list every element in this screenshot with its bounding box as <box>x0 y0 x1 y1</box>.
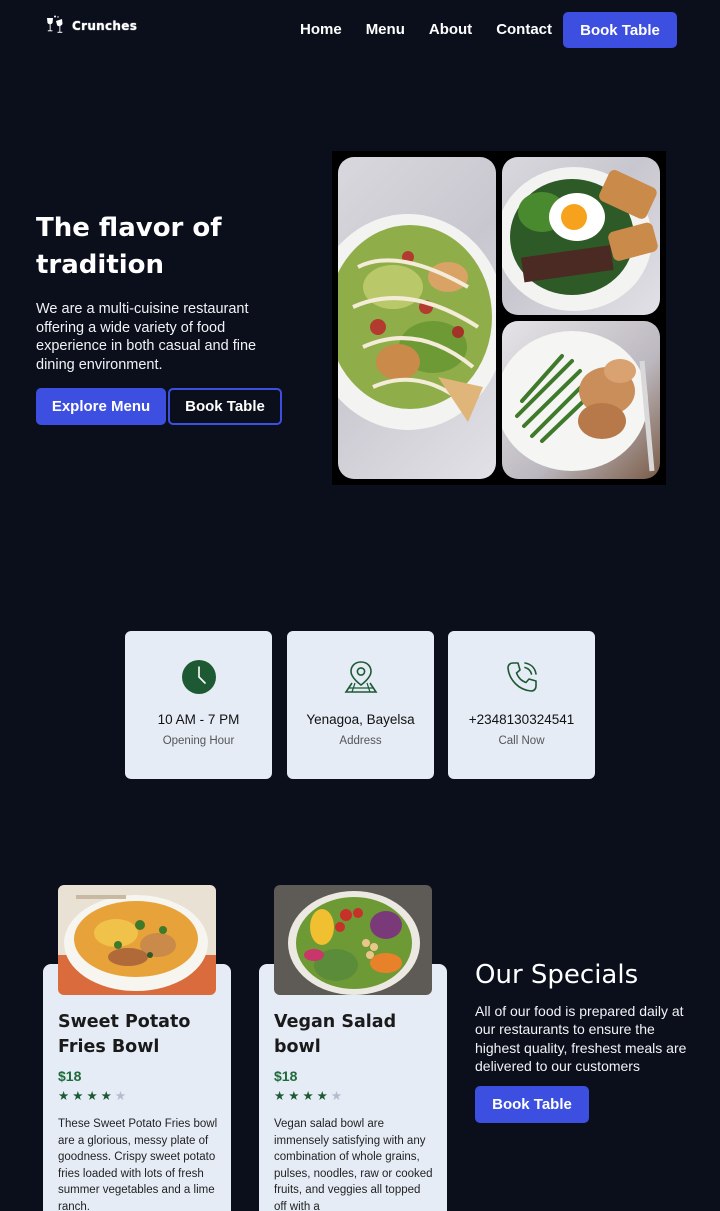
hero-description: We are a multi-cuisine restaurant offeri… <box>36 301 257 373</box>
special-card-vegan-salad[interactable]: Vegan Salad bowl $18 ★★★★★ Vegan salad b… <box>259 964 447 1211</box>
address-value: Yenagoa, Bayelsa <box>306 712 415 727</box>
nav-link-home[interactable]: Home <box>300 21 342 38</box>
star-icon: ★ <box>302 1089 317 1103</box>
nav-link-contact[interactable]: Contact <box>496 21 552 38</box>
address-card: Yenagoa, Bayelsa Address <box>287 631 434 779</box>
opening-hours-label: Opening Hour <box>162 735 235 747</box>
star-icon: ★ <box>86 1089 101 1103</box>
hero-book-table-button[interactable]: Book Table <box>168 388 282 425</box>
star-icon: ★ <box>288 1089 303 1103</box>
salad-plate-image <box>338 157 496 479</box>
brand-logo[interactable]: Crunches <box>44 14 137 38</box>
nav-links: Home Menu About Contact <box>300 21 552 38</box>
specials-title: Our Specials <box>475 960 639 990</box>
special-card-sweet-potato[interactable]: Sweet Potato Fries Bowl $18 ★★★★★ These … <box>43 964 231 1211</box>
star-icon: ★ <box>58 1089 73 1103</box>
top-navbar: Crunches Home Menu About Contact Book Ta… <box>0 0 720 60</box>
explore-menu-button[interactable]: Explore Menu <box>36 388 166 425</box>
star-icon: ★ <box>316 1089 331 1103</box>
specials-description: All of our food is prepared daily at our… <box>475 1003 687 1074</box>
phone-label: Call Now <box>498 735 545 747</box>
rating-stars: ★★★★★ <box>274 1088 345 1103</box>
hero-title: The flavor of tradition <box>36 213 222 280</box>
vegan-salad-bowl-image <box>274 885 432 995</box>
phone-card[interactable]: +2348130324541 Call Now <box>448 631 595 779</box>
special-price: $18 <box>274 1068 298 1084</box>
map-pin-icon <box>344 661 378 693</box>
rating-stars: ★★★★★ <box>58 1088 129 1103</box>
opening-hours-card: 10 AM - 7 PM Opening Hour <box>125 631 272 779</box>
chicken-beans-plate-image <box>502 321 660 479</box>
wine-glasses-icon <box>47 15 63 33</box>
opening-hours-value: 10 AM - 7 PM <box>157 712 240 727</box>
phone-icon <box>507 662 537 692</box>
star-icon: ★ <box>100 1089 115 1103</box>
special-price: $18 <box>58 1068 82 1084</box>
brand-name: Crunches <box>72 19 138 33</box>
special-description: These Sweet Potato Fries bowl are a glor… <box>58 1118 218 1211</box>
clock-icon <box>182 660 216 694</box>
special-name: Vegan Salad bowl <box>274 1012 397 1057</box>
nav-book-table-button[interactable]: Book Table <box>563 12 677 48</box>
special-description: Vegan salad bowl are immensely satisfyin… <box>274 1118 433 1211</box>
special-name: Sweet Potato Fries Bowl <box>58 1012 191 1057</box>
specials-book-table-button[interactable]: Book Table <box>475 1086 589 1123</box>
star-empty-icon: ★ <box>330 1089 346 1103</box>
sweet-potato-bowl-image <box>58 885 216 995</box>
star-empty-icon: ★ <box>114 1089 130 1103</box>
star-icon: ★ <box>72 1089 87 1103</box>
hero-food-collage <box>332 151 666 485</box>
egg-plate-image <box>502 157 660 315</box>
phone-value[interactable]: +2348130324541 <box>448 712 595 727</box>
address-label: Address <box>339 735 382 747</box>
nav-link-about[interactable]: About <box>429 21 472 38</box>
nav-link-menu[interactable]: Menu <box>366 21 405 38</box>
star-icon: ★ <box>274 1089 289 1103</box>
